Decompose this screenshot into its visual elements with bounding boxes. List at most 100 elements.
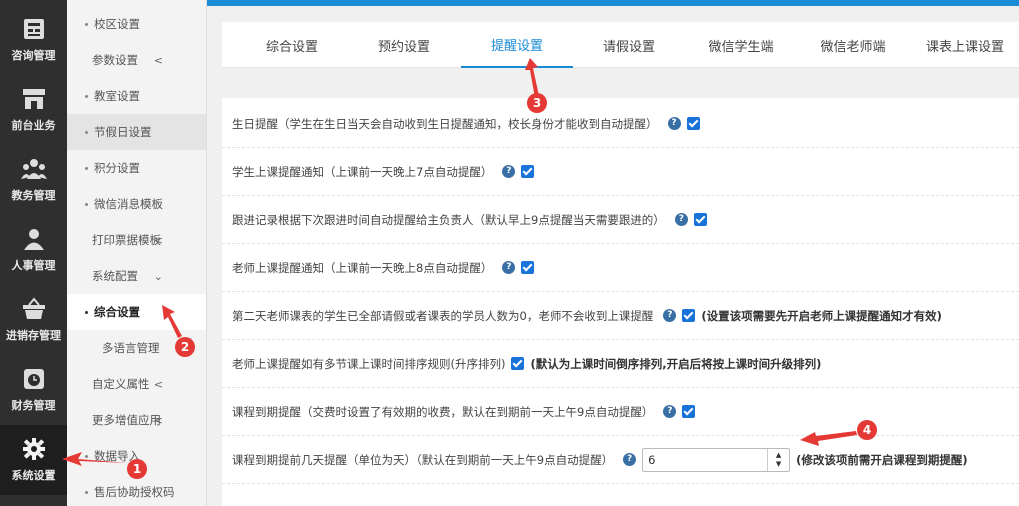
submenu-item-classroom[interactable]: 教室设置: [67, 78, 206, 114]
setting-label: 第二天老师课表的学生已全部请假或者课表的学员人数为0，老师不会收到上课提醒: [232, 308, 654, 323]
submenu-label: 节假日设置: [94, 125, 152, 139]
tab-general[interactable]: 综合设置: [236, 22, 348, 68]
followup-reminder-checkbox[interactable]: [693, 213, 707, 226]
setting-label: 课程到期提醒（交费时设置了有效期的收费，默认在到期前一天上午9点自动提醒）: [232, 404, 654, 419]
help-icon[interactable]: ?: [502, 165, 516, 178]
arrow-down-icon[interactable]: ▼: [776, 460, 781, 469]
setting-note: (设置该项需要先开启老师上课提醒通知才有效): [701, 308, 942, 323]
store-icon: [22, 89, 45, 109]
tab-class-schedule[interactable]: 课表上课设置: [909, 22, 1019, 68]
help-icon[interactable]: ?: [667, 117, 681, 130]
submenu-item-system-config[interactable]: 系统配置 ⌄: [67, 258, 206, 294]
teacher-skip-reminder-checkbox[interactable]: [682, 309, 696, 322]
setting-note: (修改该项前需开启课程到期提醒): [796, 452, 968, 467]
submenu-label: 售后协助授权码: [94, 485, 175, 499]
settings-tabs: 综合设置 预约设置 提醒设置 请假设置 微信学生端 微信老师端 课表上课设置: [222, 22, 1019, 68]
annotation-badge-3: 3: [527, 93, 547, 113]
submenu-item-points[interactable]: 积分设置: [67, 150, 206, 186]
expiry-days-input[interactable]: [643, 448, 766, 471]
tab-leave[interactable]: 请假设置: [573, 22, 685, 68]
setting-label: 生日提醒（学生在生日当天会自动收到生日提醒通知，校长身份才能收到自动提醒）: [232, 116, 658, 131]
chevron-left-icon: <: [153, 377, 163, 391]
setting-row-followup: 跟进记录根据下次跟进时间自动提醒给主负责人（默认早上9点提醒当天需要跟进的） ?: [222, 196, 1019, 244]
submenu-label: 校区设置: [94, 17, 140, 31]
bullet-icon: [85, 22, 88, 26]
teacher-sort-checkbox[interactable]: [511, 357, 525, 370]
submenu-label: 多语言管理: [102, 341, 160, 355]
setting-label: 课程到期提前几天提醒（单位为天）（默认在到期前一天上午9点自动提醒）: [232, 452, 614, 467]
chevron-down-icon: ⌄: [153, 269, 163, 283]
basket-icon: [22, 297, 45, 319]
nav-item-academic[interactable]: 教务管理: [0, 145, 67, 215]
submenu-item-wechat-template[interactable]: 微信消息模板: [67, 186, 206, 222]
submenu-item-addons[interactable]: 更多增值应用 <: [67, 402, 206, 438]
bullet-icon: [85, 310, 88, 314]
help-icon[interactable]: ?: [674, 213, 688, 226]
nav-label: 财务管理: [11, 399, 56, 412]
setting-row-teacher-class: 老师上课提醒通知（上课前一天晚上8点自动提醒） ?: [222, 244, 1019, 292]
annotation-badge-2: 2: [175, 337, 195, 357]
clock-icon: [23, 369, 44, 389]
help-icon[interactable]: ?: [623, 453, 637, 466]
annotation-badge-4: 4: [857, 420, 877, 440]
submenu-item-campus[interactable]: 校区设置: [67, 6, 206, 42]
submenu-item-custom-attrs[interactable]: 自定义属性 <: [67, 366, 206, 402]
submenu-label: 系统配置: [92, 269, 138, 283]
chevron-left-icon: <: [153, 413, 163, 427]
group-icon: [20, 159, 47, 179]
help-icon[interactable]: ?: [663, 405, 677, 418]
register-icon: [23, 19, 44, 39]
submenu-item-params[interactable]: 参数设置 <: [67, 42, 206, 78]
submenu-item-general-settings[interactable]: 综合设置: [67, 294, 206, 330]
bullet-icon: [85, 454, 88, 458]
nav-label: 咨询管理: [11, 49, 56, 62]
reminder-settings-panel: 生日提醒（学生在生日当天会自动收到生日提醒通知，校长身份才能收到自动提醒） ? …: [222, 98, 1019, 506]
bullet-icon: [85, 130, 88, 134]
bullet-icon: [85, 94, 88, 98]
gear-icon: [22, 438, 45, 460]
tab-wechat-student[interactable]: 微信学生端: [685, 22, 797, 68]
nav-item-hr[interactable]: 人事管理: [0, 215, 67, 285]
setting-row-teacher-skip: 第二天老师课表的学生已全部请假或者课表的学员人数为0，老师不会收到上课提醒 ? …: [222, 292, 1019, 340]
student-class-reminder-checkbox[interactable]: [521, 165, 535, 178]
chevron-left-icon: <: [153, 53, 163, 67]
setting-row-course-expiry: 课程到期提醒（交费时设置了有效期的收费，默认在到期前一天上午9点自动提醒） ?: [222, 388, 1019, 436]
nav-item-consult[interactable]: 咨询管理: [0, 5, 67, 75]
bullet-icon: [85, 166, 88, 170]
setting-row-birthday: 生日提醒（学生在生日当天会自动收到生日提醒通知，校长身份才能收到自动提醒） ?: [222, 100, 1019, 148]
expiry-days-stepper[interactable]: ▲▼: [642, 447, 791, 472]
teacher-class-reminder-checkbox[interactable]: [521, 261, 535, 274]
submenu-label: 更多增值应用: [92, 413, 161, 427]
course-expiry-reminder-checkbox[interactable]: [682, 405, 696, 418]
person-icon: [23, 229, 44, 250]
tab-wechat-teacher[interactable]: 微信老师端: [797, 22, 909, 68]
submenu-label: 打印票据模板: [92, 233, 161, 247]
stepper-arrows[interactable]: ▲ ▼: [767, 448, 789, 471]
submenu-item-holiday[interactable]: 节假日设置: [67, 114, 206, 150]
bullet-icon: [85, 490, 88, 494]
annotation-badge-1: 1: [127, 459, 147, 479]
nav-item-system-settings[interactable]: 系统设置: [0, 425, 67, 495]
nav-label: 教务管理: [11, 189, 56, 202]
nav-item-inventory[interactable]: 进销存管理: [0, 285, 67, 355]
submenu-label: 教室设置: [94, 89, 140, 103]
top-accent-bar: [207, 0, 1019, 6]
arrow-up-icon[interactable]: ▲: [776, 451, 781, 460]
chevron-left-icon: <: [153, 233, 163, 247]
setting-row-expiry-days: 课程到期提前几天提醒（单位为天）（默认在到期前一天上午9点自动提醒） ? ▲▼ …: [222, 436, 1019, 484]
setting-label: 老师上课提醒如有多节课上课时间排序规则(升序排列): [232, 356, 506, 371]
submenu-label: 参数设置: [92, 53, 138, 67]
active-indicator: [200, 305, 206, 319]
bullet-icon: [85, 202, 88, 206]
nav-item-frontdesk[interactable]: 前台业务: [0, 75, 67, 145]
submenu-item-print-template[interactable]: 打印票据模板 <: [67, 222, 206, 258]
tab-booking[interactable]: 预约设置: [348, 22, 460, 68]
help-icon[interactable]: ?: [502, 261, 516, 274]
nav-label: 前台业务: [11, 119, 56, 132]
nav-item-finance[interactable]: 财务管理: [0, 355, 67, 425]
setting-note: (默认为上课时间倒序排列,开启后将按上课时间升级排列): [530, 356, 822, 371]
help-icon[interactable]: ?: [663, 309, 677, 322]
tab-reminder[interactable]: 提醒设置: [461, 22, 573, 68]
birthday-reminder-checkbox[interactable]: [686, 117, 700, 130]
nav-label: 进销存管理: [6, 329, 61, 342]
